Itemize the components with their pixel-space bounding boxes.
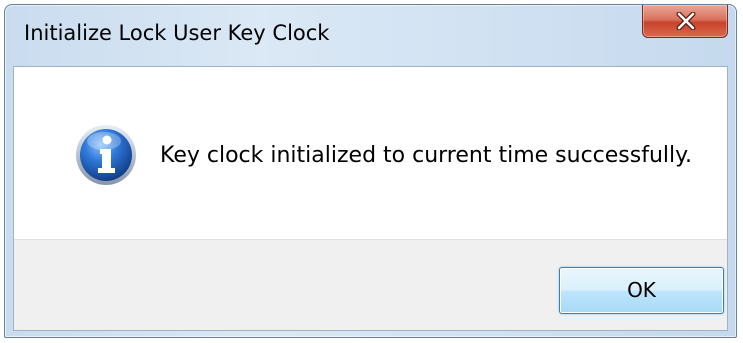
ok-button[interactable]: OK [559,267,724,314]
button-bar: OK [14,239,727,330]
message-dialog-window: Initialize Lock User Key Clock Key clock… [4,4,737,338]
message-area: Key clock initialized to current time su… [14,67,727,239]
window-title: Initialize Lock User Key Clock [24,21,330,45]
dialog-client-area: Key clock initialized to current time su… [13,66,728,331]
information-icon [76,125,136,185]
close-button[interactable] [642,5,728,38]
title-bar[interactable]: Initialize Lock User Key Clock [5,5,736,66]
close-icon [676,12,696,30]
dialog-message: Key clock initialized to current time su… [160,143,693,168]
